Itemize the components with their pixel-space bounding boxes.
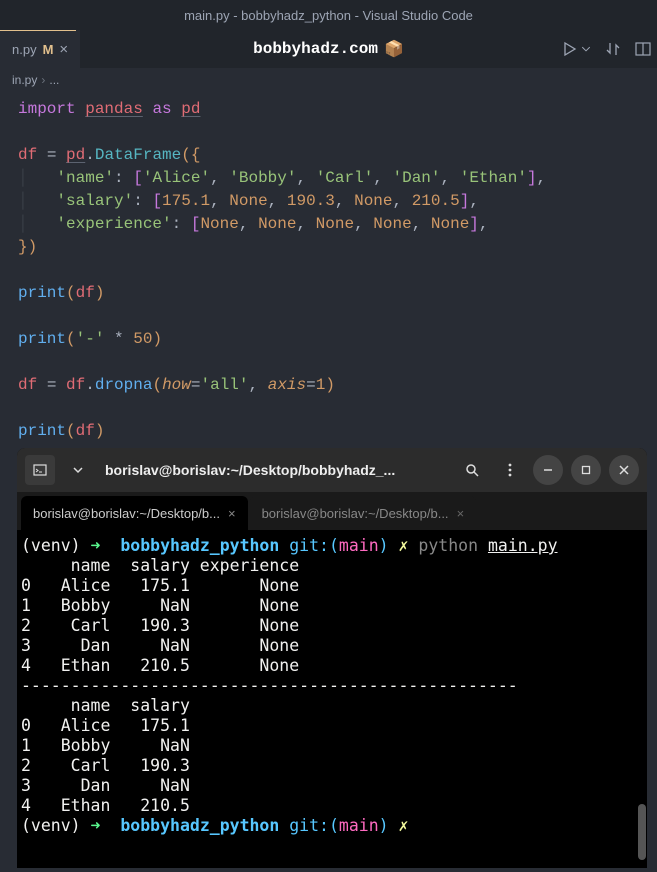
editor-tab-bar: n.py M × bobbyhadz.com 📦 [0,30,657,68]
output-sep: ----------------------------------------… [21,676,518,695]
breadcrumb[interactable]: in.py › ... [0,68,657,92]
terminal-tab-label: borislav@borislav:~/Desktop/b... [33,506,220,521]
search-button[interactable] [457,455,487,485]
editor-tab-main[interactable]: n.py M × [0,30,80,68]
close-icon [618,464,630,476]
terminal-window: borislav@borislav:~/Desktop/bobbyhadz_..… [17,448,647,868]
terminal-title: borislav@borislav:~/Desktop/bobbyhadz_..… [105,462,395,478]
terminal-output[interactable]: (venv) ➜ bobbyhadz_python git:(main) ✗ p… [17,530,647,842]
terminal-icon [32,462,48,478]
terminal-tab-1[interactable]: borislav@borislav:~/Desktop/b... × [21,496,248,530]
kw-import: import [18,100,76,118]
window-title: main.py - bobbyhadz_python - Visual Stud… [184,8,473,23]
terminal-titlebar: borislav@borislav:~/Desktop/bobbyhadz_..… [17,448,647,492]
terminal-tab-label: borislav@borislav:~/Desktop/b... [262,506,449,521]
package-icon: 📦 [384,39,404,59]
close-icon[interactable]: × [59,41,68,58]
title-bar-actions [561,41,651,57]
breadcrumb-file: in.py [12,73,37,87]
chevron-down-icon[interactable] [581,41,591,57]
play-icon[interactable] [561,41,577,57]
new-tab-button[interactable] [25,455,55,485]
search-icon [464,462,480,478]
breadcrumb-rest: ... [49,73,59,87]
output-row: 3 Dan NaN [21,776,190,795]
scrollbar[interactable] [638,804,646,860]
split-icon[interactable] [635,41,651,57]
url-banner: bobbyhadz.com 📦 [253,39,404,59]
diff-icon[interactable] [605,41,621,57]
banner-text: bobbyhadz.com [253,40,378,58]
output-row: 0 Alice 175.1 [21,716,190,735]
output-row: 2 Carl 190.3 [21,756,190,775]
terminal-tabs: borislav@borislav:~/Desktop/b... × boris… [17,492,647,530]
output-header: name salary [21,696,190,715]
active-tab-indicator [0,30,76,31]
output-row: 4 Ethan 210.5 None [21,656,299,675]
tab-label: n.py [12,42,37,57]
close-icon[interactable]: × [228,506,236,521]
title-bar: main.py - bobbyhadz_python - Visual Stud… [0,0,657,30]
close-button[interactable] [609,455,639,485]
kebab-icon [502,462,518,478]
tab-modified-indicator: M [43,42,54,57]
minimize-icon [542,464,554,476]
kw-as: as [152,100,171,118]
minimize-button[interactable] [533,455,563,485]
dropdown-button[interactable] [63,455,93,485]
close-icon[interactable]: × [457,506,465,521]
menu-button[interactable] [495,455,525,485]
output-header: name salary experience [21,556,299,575]
output-row: 3 Dan NaN None [21,636,299,655]
output-row: 1 Bobby NaN [21,736,190,755]
maximize-icon [580,464,592,476]
var-df: df [18,146,37,164]
output-row: 1 Bobby NaN None [21,596,299,615]
terminal-tab-2[interactable]: borislav@borislav:~/Desktop/b... × [250,496,477,530]
alias-pd: pd [181,100,200,118]
code-editor[interactable]: import pandas as pd df = pd.DataFrame({ … [0,92,657,449]
chevron-right-icon: › [41,73,45,87]
output-row: 0 Alice 175.1 None [21,576,299,595]
output-row: 4 Ethan 210.5 [21,796,190,815]
chevron-down-icon [73,465,83,475]
maximize-button[interactable] [571,455,601,485]
output-row: 2 Carl 190.3 None [21,616,299,635]
mod-pandas: pandas [85,100,143,118]
